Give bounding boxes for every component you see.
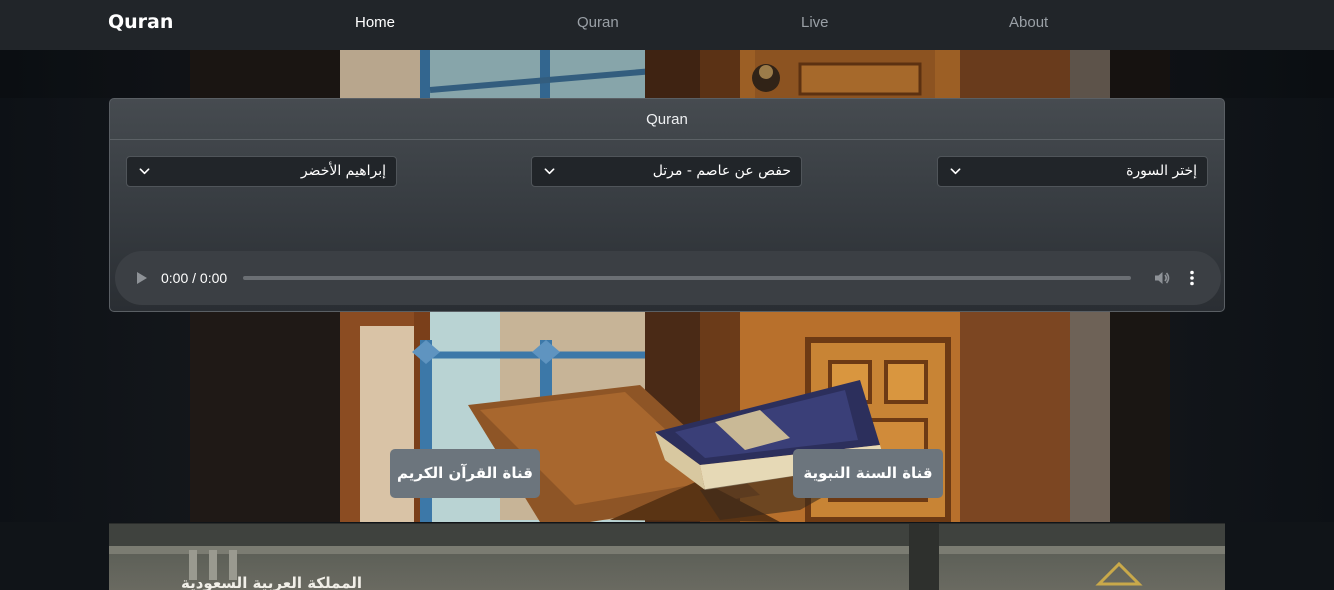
nav-link-about[interactable]: About [1009, 14, 1048, 31]
audio-progress-track[interactable] [243, 276, 1131, 280]
navbar: Quran Home Quran Live About [0, 0, 1334, 50]
banner-text: المملكة العربية السعودية [181, 574, 363, 590]
chevron-down-icon [950, 168, 961, 175]
card-title: Quran [110, 99, 1224, 140]
surah-select[interactable]: إختر السورة [937, 156, 1208, 187]
reciter-select-value: إبراهيم الأخضر [300, 163, 386, 179]
play-icon[interactable] [136, 271, 148, 285]
sunnah-channel-button[interactable]: قناة السنة النبوية [793, 449, 943, 498]
audio-player[interactable]: 0:00 / 0:00 [115, 251, 1221, 305]
audio-time: 0:00 / 0:00 [161, 270, 228, 286]
reciter-select[interactable]: إبراهيم الأخضر [126, 156, 397, 187]
live-stream-banner[interactable]: المملكة العربية السعودية [109, 523, 1225, 590]
nav-link-live[interactable]: Live [801, 14, 829, 31]
surah-select-value: إختر السورة [1126, 163, 1197, 179]
brand-logo[interactable]: Quran [108, 11, 173, 33]
nav-link-home[interactable]: Home [355, 14, 395, 31]
quran-player-card: Quran إبراهيم الأخضر حفص عن عاصم - مرتل … [109, 98, 1225, 312]
more-options-icon[interactable] [1189, 269, 1195, 287]
chevron-down-icon [544, 168, 555, 175]
chevron-down-icon [139, 168, 150, 175]
volume-icon[interactable] [1153, 269, 1171, 287]
riwaya-select[interactable]: حفص عن عاصم - مرتل [531, 156, 802, 187]
quran-channel-button[interactable]: قناة القرآن الكريم [390, 449, 540, 498]
nav-link-quran[interactable]: Quran [577, 14, 619, 31]
riwaya-select-value: حفص عن عاصم - مرتل [652, 163, 791, 179]
